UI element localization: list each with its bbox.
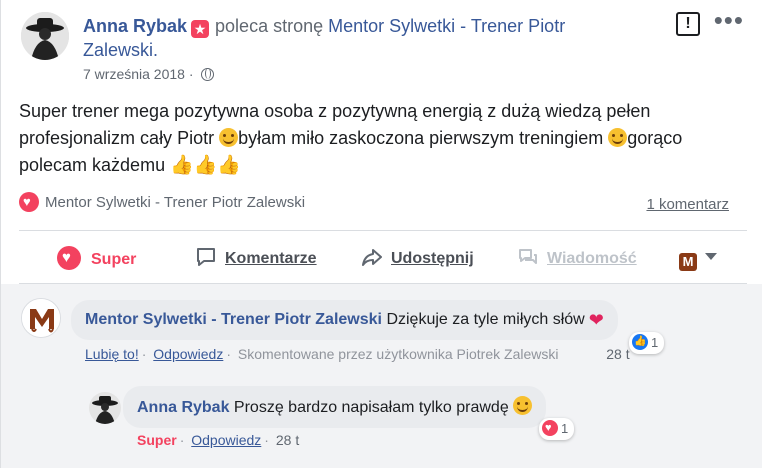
post-meta: 7 września 2018 · (83, 66, 215, 82)
report-icon[interactable]: ! (676, 12, 700, 36)
post-header: Anna Rybak ★ poleca stronę Mentor Sylwetki… (83, 14, 643, 62)
reply-bubble: Anna Rybak Proszę bardzo napisałam tylko… (123, 386, 547, 428)
author-name[interactable]: Anna Rybak (83, 16, 187, 36)
share-label: Udostępnij (391, 250, 474, 267)
post-text-part: byłam miło zaskoczona pierwszym treningi… (238, 128, 609, 148)
reply-time[interactable]: 28 t (276, 432, 299, 448)
recommended-page[interactable]: Mentor Sylwetki - Trener Piotr Zalewski (45, 194, 305, 211)
comment-reactions[interactable]: 1 (629, 332, 665, 354)
red-heart-emoji-icon: ❤ (588, 310, 604, 330)
page-voice-selector[interactable]: M (679, 246, 717, 271)
chevron-down-icon (705, 253, 717, 260)
reply-reactions[interactable]: 1 (539, 418, 575, 440)
comment-author-avatar[interactable] (21, 298, 61, 338)
commented-by[interactable]: Skomentowane przez użytkownika Piotrek Z… (238, 346, 559, 362)
comment-meta: Lubię to! · Odpowiedz · Skomentowane przez… (85, 346, 630, 362)
smile-emoji-icon (513, 396, 533, 415)
reply-link[interactable]: Odpowiedz (153, 346, 223, 362)
reply-author[interactable]: Anna Rybak (137, 399, 229, 416)
page-avatar-icon: M (679, 253, 697, 271)
comment-author[interactable]: Mentor Sylwetki - Trener Piotr Zalewski (85, 311, 382, 328)
comments-section: Mentor Sylwetki - Trener Piotr Zalewski … (1, 284, 762, 468)
heart-icon (57, 246, 81, 270)
comment-text: Dziękuje za tyle miłych słów (386, 311, 585, 328)
super-label: Super (91, 251, 137, 268)
comment-icon (197, 248, 215, 266)
more-options-icon[interactable]: ••• (714, 7, 744, 33)
super-link[interactable]: Super (137, 432, 177, 448)
comment-bubble: Mentor Sylwetki - Trener Piotr Zalewski … (71, 300, 618, 340)
reply-link[interactable]: Odpowiedz (191, 432, 261, 448)
super-reaction-button[interactable]: Super (57, 246, 136, 270)
like-link[interactable]: Lubię to! (85, 346, 139, 362)
post-card: Anna Rybak ★ poleca stronę Mentor Sylwetki… (0, 0, 762, 468)
comment-label: Komentarze (225, 250, 317, 267)
love-icon (542, 420, 558, 436)
page-link[interactable]: Mentor Sylwetki - Trener Piotr (328, 16, 565, 36)
recommend-star-icon: ★ (191, 20, 210, 38)
message-button[interactable]: Wiadomość (517, 246, 637, 270)
message-icon (519, 249, 537, 264)
comment-time[interactable]: 28 t (606, 346, 629, 362)
page-link-cont[interactable]: Zalewski. (83, 40, 158, 60)
divider (19, 230, 747, 231)
comment-button[interactable]: Komentarze (195, 246, 317, 270)
comments-count-link[interactable]: 1 komentarz (646, 196, 729, 213)
recommendation-row: Mentor Sylwetki - Trener Piotr Zalewski … (19, 192, 729, 216)
reply-meta: Super · Odpowiedz · 28 t (137, 432, 300, 448)
reply-text: Proszę bardzo napisałam tylko prawdę (233, 399, 509, 416)
author-avatar[interactable] (21, 12, 69, 60)
like-icon (632, 334, 648, 350)
recommend-heart-icon (19, 192, 39, 212)
action-text: poleca stronę (215, 16, 324, 36)
thumbs-up-emoji-icon: 👍👍👍 (170, 155, 242, 176)
message-label: Wiadomość (547, 250, 637, 267)
share-button[interactable]: Udostępnij (361, 246, 474, 270)
reply-author-avatar[interactable] (89, 392, 121, 424)
action-bar: Super Komentarze Udostępnij Wiadomość M (1, 238, 762, 278)
smile-emoji-icon (219, 128, 239, 147)
smile-emoji-icon (608, 128, 628, 147)
post-date[interactable]: 7 września 2018 (83, 66, 185, 82)
share-icon (362, 249, 382, 266)
reaction-count: 1 (651, 335, 659, 350)
reaction-count: 1 (561, 421, 569, 436)
globe-icon (201, 68, 215, 81)
post-text: Super trener mega pozytywna osoba z pozy… (19, 98, 739, 179)
